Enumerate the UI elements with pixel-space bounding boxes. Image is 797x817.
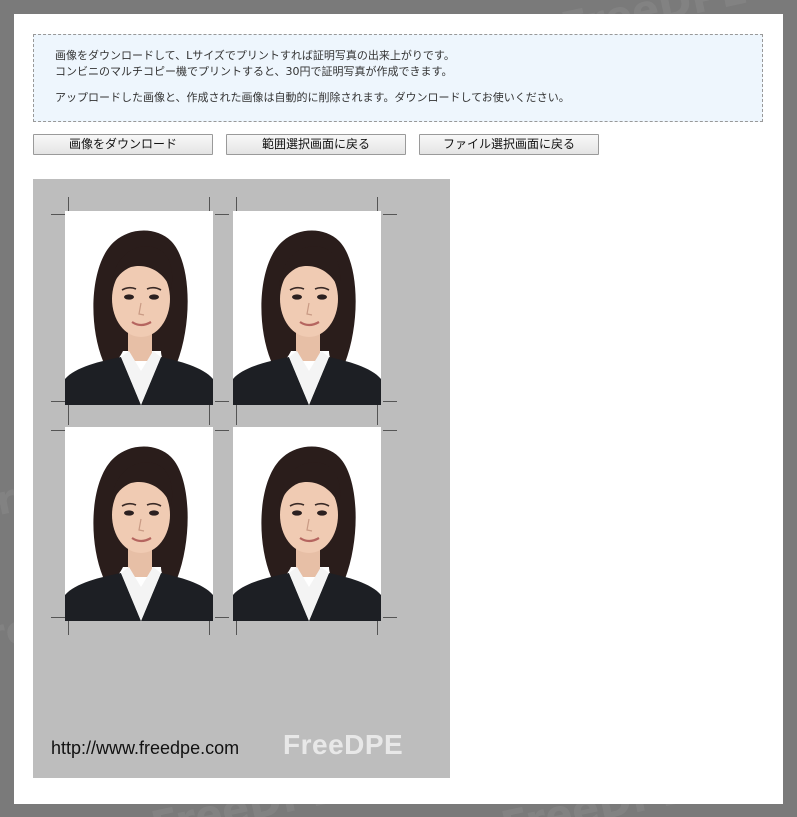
crop-mark [215,214,229,215]
crop-mark [51,617,65,618]
crop-mark [51,430,65,431]
id-photo [233,211,381,405]
crop-mark [383,617,397,618]
notice-line-convenience-store: コンビニのマルチコピー機でプリントすると、30円で証明写真が作成できます。 [55,65,453,78]
crop-mark [377,197,378,211]
crop-mark [68,405,69,425]
crop-mark [383,401,397,402]
notice-line-print: 画像をダウンロードして、Lサイズでプリントすれば証明写真の出来上がりです。 [55,49,455,62]
crop-mark [383,430,397,431]
crop-mark [377,405,378,425]
crop-mark [236,197,237,211]
crop-mark [51,401,65,402]
photo-print-sheet: http://www.freedpe.com FreeDPE [33,179,450,778]
id-photo [65,211,213,405]
crop-mark [236,621,237,635]
crop-mark [215,401,229,402]
notice-line-deletion: アップロードした画像と、作成された画像は自動的に削除されます。ダウンロードしてお… [55,91,570,104]
info-notice: 画像をダウンロードして、Lサイズでプリントすれば証明写真の出来上がりです。 コン… [33,34,763,122]
crop-mark [51,214,65,215]
crop-mark [215,617,229,618]
sheet-url-text: http://www.freedpe.com [51,738,240,758]
sheet-logo: FreeDPE [283,729,404,760]
download-image-button[interactable]: 画像をダウンロード [33,134,213,155]
crop-mark [215,430,229,431]
id-photo [233,427,381,621]
crop-mark [209,197,210,211]
crop-mark [383,214,397,215]
back-to-file-select-button[interactable]: ファイル選択画面に戻る [419,134,599,155]
crop-mark [68,197,69,211]
crop-mark [209,405,210,425]
main-panel: 画像をダウンロードして、Lサイズでプリントすれば証明写真の出来上がりです。 コン… [14,14,783,804]
crop-mark [236,405,237,425]
crop-mark [377,621,378,635]
crop-mark [68,621,69,635]
id-photo [65,427,213,621]
back-to-range-select-button[interactable]: 範囲選択画面に戻る [226,134,406,155]
crop-mark [209,621,210,635]
